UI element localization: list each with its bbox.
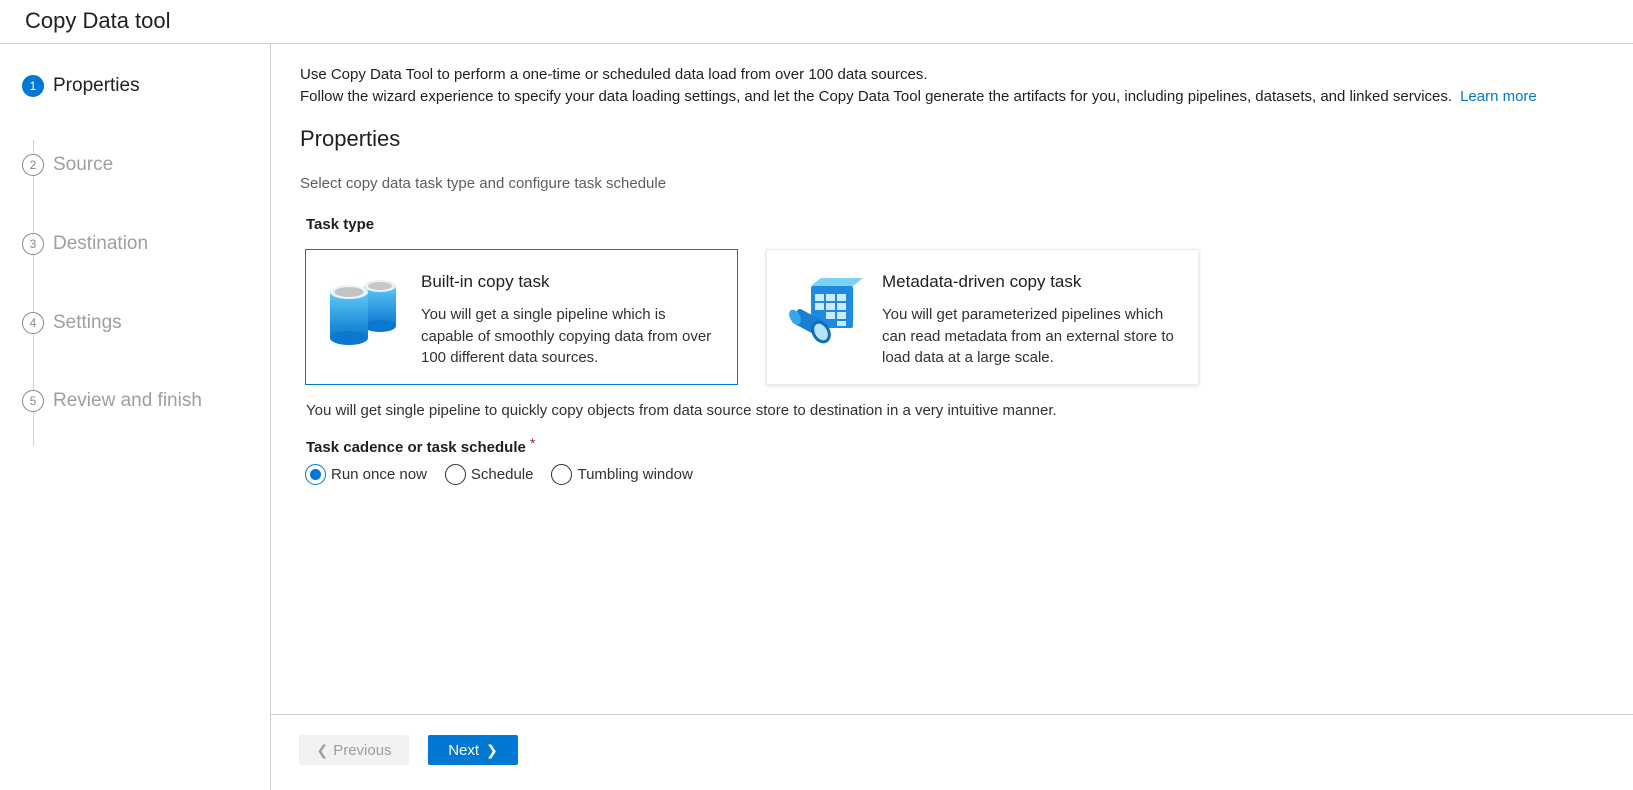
radio-label: Run once now — [331, 466, 427, 483]
step-number-badge: 4 — [22, 312, 44, 334]
step-destination[interactable]: 3 Destination — [22, 232, 148, 256]
chevron-right-icon: ❯ — [486, 741, 498, 758]
previous-button-label: Previous — [333, 741, 392, 759]
database-cylinders-icon — [330, 280, 396, 345]
card-title: Built-in copy task — [421, 272, 550, 291]
radio-circle[interactable] — [305, 464, 326, 485]
section-title: Properties — [300, 126, 401, 151]
task-type-hint: You will get single pipeline to quickly … — [306, 402, 1057, 419]
chevron-left-icon: ❮ — [316, 741, 329, 758]
step-properties[interactable]: 1 Properties — [22, 74, 140, 98]
step-source[interactable]: 2 Source — [22, 153, 113, 177]
step-settings[interactable]: 4 Settings — [22, 311, 122, 335]
intro-text-line2-body: Follow the wizard experience to specify … — [300, 88, 1453, 105]
radio-circle[interactable] — [551, 464, 573, 485]
previous-button[interactable]: ❮ Previous — [299, 735, 409, 765]
metadata-driven-copy-task-card[interactable]: Metadata-driven copy task You will get p… — [766, 249, 1199, 385]
step-review-and-finish[interactable]: 5 Review and finish — [22, 389, 202, 413]
step-label: Destination — [53, 233, 149, 254]
task-type-label: Task type — [306, 216, 375, 233]
learn-more-link[interactable]: Learn more — [1460, 88, 1537, 105]
metadata-pipeline-icon — [789, 278, 863, 344]
app-title: Copy Data tool — [25, 8, 171, 33]
step-label: Properties — [53, 75, 140, 96]
radio-label: Schedule — [470, 466, 534, 483]
radio-label: Tumbling window — [577, 466, 693, 483]
task-cadence-label-text: Task cadence or task schedule — [306, 439, 526, 456]
title-bar: Copy Data tool — [0, 0, 1633, 44]
required-asterisk: * — [529, 435, 536, 451]
task-cadence-label: Task cadence or task schedule * — [306, 435, 535, 456]
builtin-copy-task-card[interactable]: Built-in copy task You will get a single… — [305, 249, 738, 385]
radio-run-once-now[interactable]: Run once now — [305, 464, 427, 485]
wizard-footer: ❮ Previous Next ❯ — [271, 714, 1633, 790]
step-number-badge: 3 — [22, 233, 44, 255]
step-label: Review and finish — [53, 390, 202, 411]
wizard-steps-sidebar: 1 Properties 2 Source 3 Destination 4 Se… — [0, 44, 271, 790]
next-button-label: Next — [448, 741, 480, 759]
step-label: Settings — [53, 312, 122, 333]
next-button[interactable]: Next ❯ — [428, 735, 518, 765]
step-number-badge: 2 — [22, 154, 44, 176]
step-number-badge: 1 — [22, 75, 44, 97]
task-cadence-radio-group: Run once now Schedule Tumbling window — [305, 464, 711, 485]
step-number-badge: 5 — [22, 390, 44, 412]
main-content: Use Copy Data Tool to perform a one-time… — [271, 44, 1633, 790]
intro-text-line1: Use Copy Data Tool to perform a one-time… — [300, 66, 928, 83]
card-description: You will get a single pipeline which is … — [421, 306, 712, 366]
radio-circle[interactable] — [444, 464, 466, 485]
card-description: You will get parameterized pipelines whi… — [882, 306, 1174, 366]
step-label: Source — [53, 154, 114, 175]
radio-tumbling-window[interactable]: Tumbling window — [551, 464, 693, 485]
card-title: Metadata-driven copy task — [882, 272, 1082, 291]
section-subtitle: Select copy data task type and configure… — [300, 175, 667, 192]
radio-schedule[interactable]: Schedule — [444, 464, 534, 485]
intro-text-line2: Follow the wizard experience to specify … — [300, 88, 1537, 105]
